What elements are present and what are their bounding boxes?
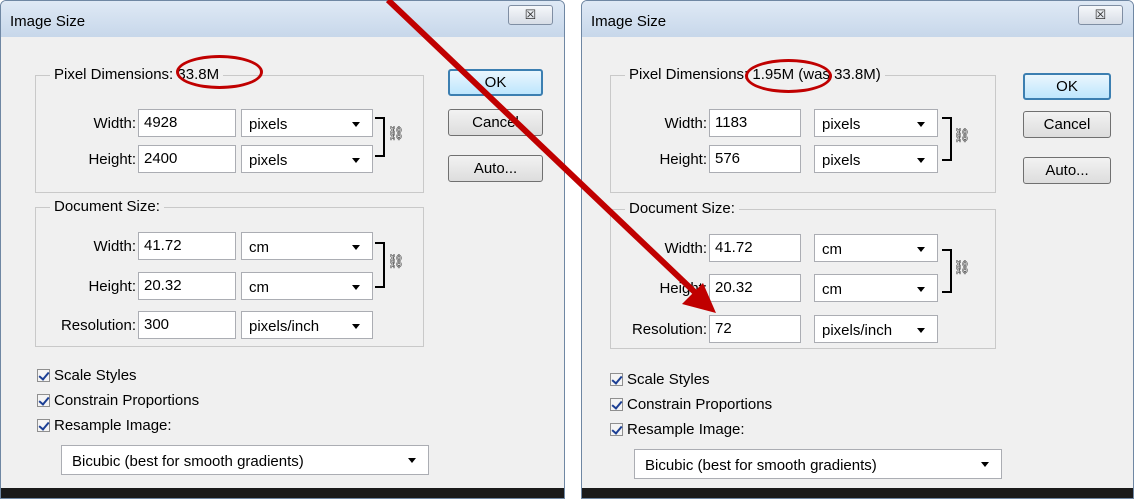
pixel-height-input[interactable]: 576 [709, 145, 801, 173]
chevron-down-icon [917, 247, 925, 252]
pixel-width-label: Width: [664, 115, 707, 132]
chevron-down-icon [352, 122, 360, 127]
photo-background-edge [582, 488, 1133, 498]
close-icon: ☒ [1094, 7, 1107, 22]
dialog-title: Image Size [10, 13, 86, 30]
pixel-width-input[interactable]: 4928 [138, 109, 236, 137]
ok-button[interactable]: OK [448, 69, 543, 96]
doc-height-unit-select[interactable]: cm [241, 272, 373, 300]
image-size-dialog-before: Image Size ☒ Pixel Dimensions: 33.8M Wid… [0, 0, 565, 499]
resample-method-select[interactable]: Bicubic (best for smooth gradients) [634, 449, 1002, 479]
constrain-bracket [942, 249, 952, 293]
pixel-width-input[interactable]: 1183 [709, 109, 801, 137]
cancel-button[interactable]: Cancel [1023, 111, 1111, 138]
resolution-input[interactable]: 300 [138, 311, 236, 339]
chain-link-icon: ⛓ [953, 127, 971, 143]
resolution-label: Resolution: [631, 321, 707, 338]
checkbox-checked-icon [610, 373, 623, 386]
chevron-down-icon [352, 158, 360, 163]
doc-width-unit-select[interactable]: cm [241, 232, 373, 260]
photo-background-edge [1, 488, 564, 498]
checkbox-checked-icon [37, 394, 50, 407]
chevron-down-icon [352, 245, 360, 250]
chevron-down-icon [352, 285, 360, 290]
scale-styles-checkbox[interactable]: Scale Styles [610, 371, 710, 388]
resample-image-checkbox[interactable]: Resample Image: [37, 417, 172, 434]
checkbox-checked-icon [37, 369, 50, 382]
checkbox-checked-icon [610, 423, 623, 436]
constrain-proportions-checkbox[interactable]: Constrain Proportions [610, 396, 772, 413]
constrain-proportions-checkbox[interactable]: Constrain Proportions [37, 392, 199, 409]
dialog-title: Image Size [591, 13, 667, 30]
close-button[interactable]: ☒ [508, 5, 553, 25]
pixel-width-label: Width: [93, 115, 136, 132]
dialog-body: Pixel Dimensions: 33.8M Width: 4928 pixe… [7, 37, 558, 498]
resample-image-checkbox[interactable]: Resample Image: [610, 421, 745, 438]
scale-styles-checkbox[interactable]: Scale Styles [37, 367, 137, 384]
chevron-down-icon [917, 158, 925, 163]
resolution-unit-select[interactable]: pixels/inch [241, 311, 373, 339]
doc-height-label: Height: [659, 280, 707, 297]
checkbox-checked-icon [610, 398, 623, 411]
checkbox-checked-icon [37, 419, 50, 432]
image-size-dialog-after: Image Size ☒ Pixel Dimensions: 1.95M (wa… [581, 0, 1134, 499]
constrain-bracket [375, 117, 385, 157]
doc-width-input[interactable]: 41.72 [138, 232, 236, 260]
doc-width-input[interactable]: 41.72 [709, 234, 801, 262]
chevron-down-icon [352, 324, 360, 329]
title-bar: Image Size ☒ [1, 1, 564, 37]
doc-height-input[interactable]: 20.32 [709, 274, 801, 302]
doc-height-label: Height: [88, 278, 136, 295]
doc-width-label: Width: [664, 240, 707, 257]
pixel-height-input[interactable]: 2400 [138, 145, 236, 173]
resample-method-select[interactable]: Bicubic (best for smooth gradients) [61, 445, 429, 475]
chevron-down-icon [917, 287, 925, 292]
pixel-height-label: Height: [659, 151, 707, 168]
pixel-height-label: Height: [88, 151, 136, 168]
highlight-oval-right [745, 59, 832, 93]
chevron-down-icon [408, 458, 416, 463]
cancel-button[interactable]: Cancel [448, 109, 543, 136]
ok-button[interactable]: OK [1023, 73, 1111, 100]
highlight-oval-left [176, 55, 263, 89]
document-size-label: Document Size: [50, 198, 164, 215]
document-size-label: Document Size: [625, 200, 739, 217]
doc-width-label: Width: [93, 238, 136, 255]
resolution-label: Resolution: [60, 317, 136, 334]
auto-button[interactable]: Auto... [1023, 157, 1111, 184]
constrain-bracket [375, 242, 385, 288]
constrain-bracket [942, 117, 952, 161]
pixel-width-unit-select[interactable]: pixels [241, 109, 373, 137]
chevron-down-icon [981, 462, 989, 467]
chevron-down-icon [917, 328, 925, 333]
chain-link-icon: ⛓ [953, 259, 971, 275]
pixel-dimensions-group: Pixel Dimensions: 1.95M (was 33.8M) [610, 66, 996, 193]
chain-link-icon: ⛓ [387, 125, 405, 141]
chevron-down-icon [917, 122, 925, 127]
close-icon: ☒ [524, 7, 537, 22]
dialog-body: Pixel Dimensions: 1.95M (was 33.8M) Widt… [588, 37, 1127, 498]
pixel-width-unit-select[interactable]: pixels [814, 109, 938, 137]
doc-width-unit-select[interactable]: cm [814, 234, 938, 262]
pixel-height-unit-select[interactable]: pixels [241, 145, 373, 173]
chain-link-icon: ⛓ [387, 253, 405, 269]
title-bar: Image Size ☒ [582, 1, 1133, 37]
auto-button[interactable]: Auto... [448, 155, 543, 182]
doc-height-input[interactable]: 20.32 [138, 272, 236, 300]
resolution-unit-select[interactable]: pixels/inch [814, 315, 938, 343]
resolution-input[interactable]: 72 [709, 315, 801, 343]
close-button[interactable]: ☒ [1078, 5, 1123, 25]
doc-height-unit-select[interactable]: cm [814, 274, 938, 302]
pixel-height-unit-select[interactable]: pixels [814, 145, 938, 173]
